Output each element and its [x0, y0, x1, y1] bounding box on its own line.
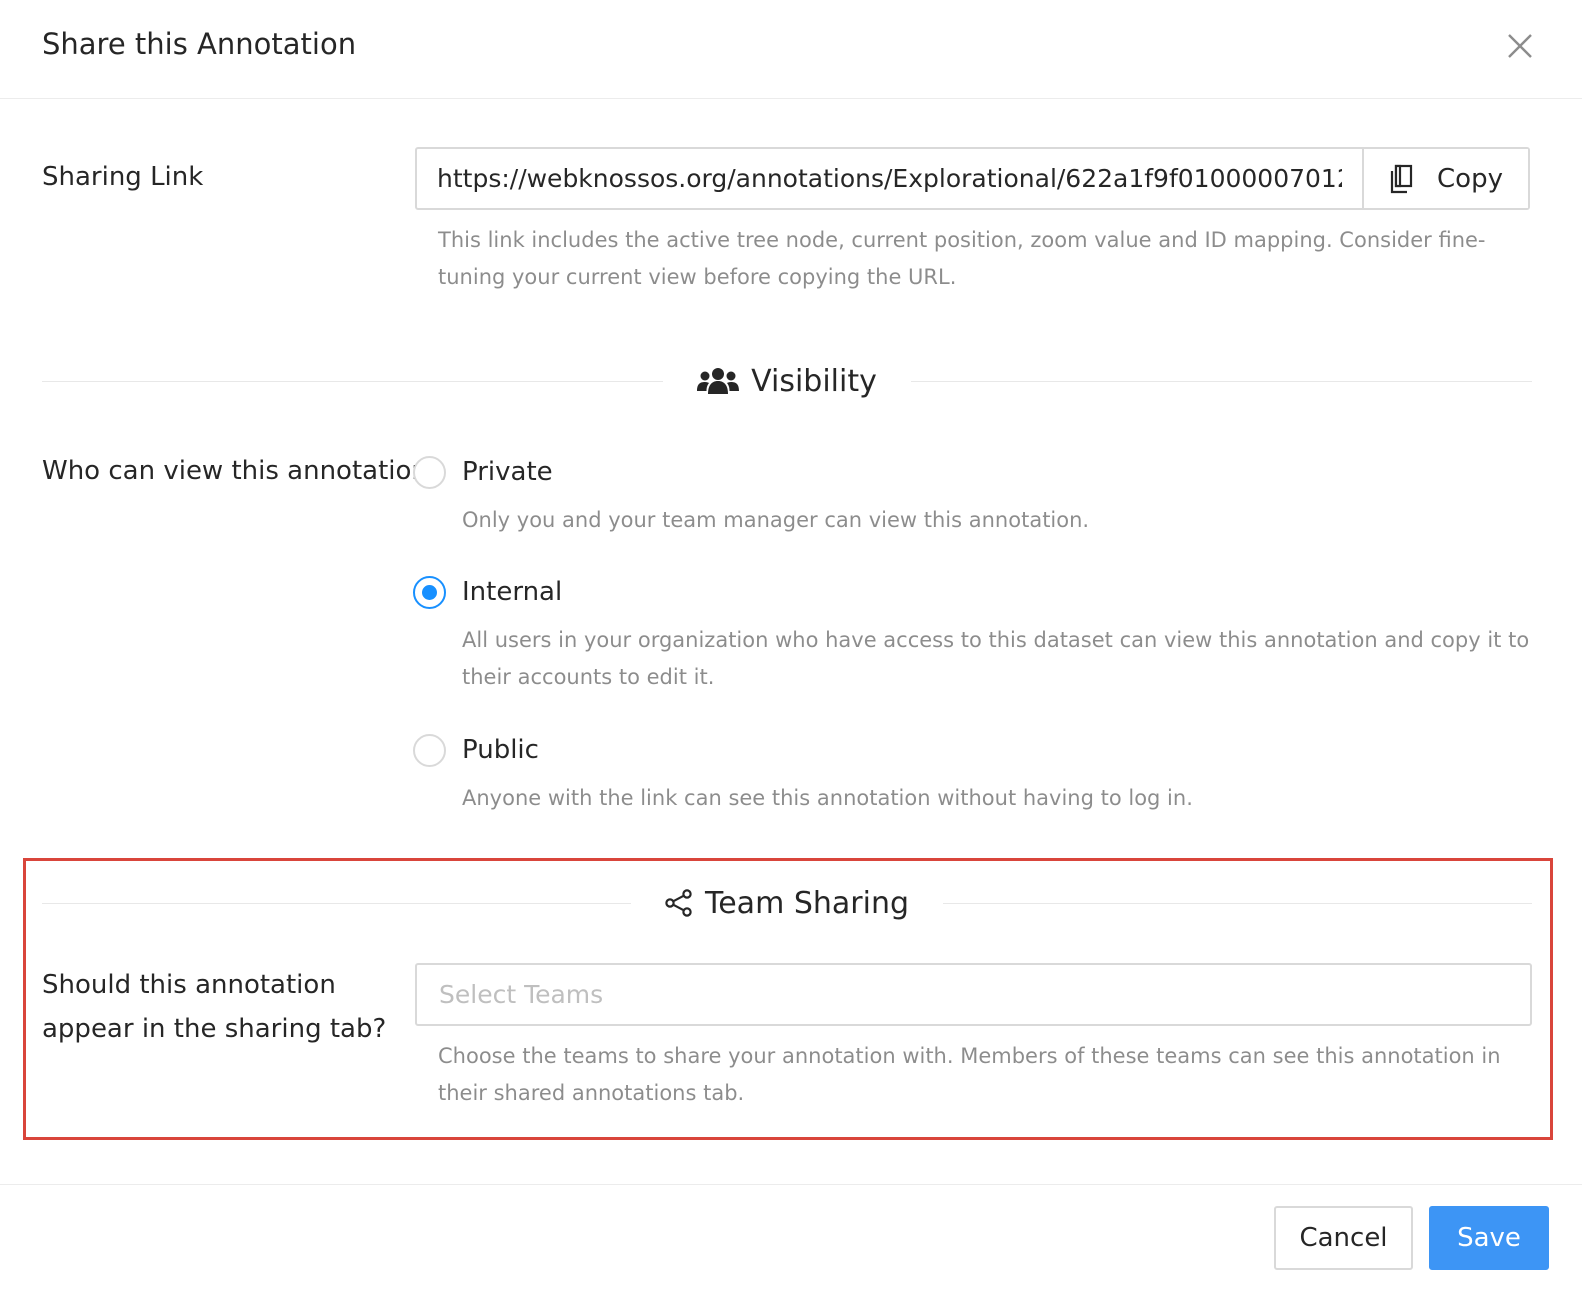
sharing-link-group: Copy — [415, 147, 1530, 210]
radio-internal-label: Internal — [462, 577, 563, 607]
team-sharing-heading: Team Sharing — [631, 886, 943, 921]
radio-public[interactable]: Public — [413, 730, 539, 770]
radio-internal-description: All users in your organization who have … — [462, 628, 1530, 689]
divider-line — [943, 902, 1532, 904]
sharing-link-help: This link includes the active tree node,… — [438, 228, 1486, 289]
modal-header: Share this Annotation — [0, 0, 1582, 99]
cancel-button[interactable]: Cancel — [1274, 1206, 1413, 1270]
close-icon — [1508, 34, 1532, 58]
divider-line — [910, 380, 1533, 382]
close-button[interactable] — [1494, 20, 1546, 72]
team-sharing-title: Team Sharing — [705, 885, 909, 921]
share-annotation-modal: Share this Annotation Sharing Link Copy … — [0, 0, 1582, 1294]
modal-title: Share this Annotation — [42, 27, 357, 61]
modal-footer: Cancel Save — [0, 1184, 1582, 1294]
radio-internal[interactable]: Internal — [413, 572, 562, 612]
copy-button[interactable]: Copy — [1362, 149, 1528, 208]
visibility-divider: Visibility — [42, 356, 1533, 406]
select-teams-placeholder: Select Teams — [439, 980, 604, 1009]
divider-line — [42, 380, 664, 382]
copy-button-label: Copy — [1437, 163, 1503, 194]
radio-private-label: Private — [462, 457, 553, 487]
save-button[interactable]: Save — [1429, 1206, 1549, 1270]
team-sharing-help: Choose the teams to share your annotatio… — [438, 1044, 1501, 1105]
divider-line — [42, 902, 631, 904]
select-teams-dropdown[interactable]: Select Teams — [415, 963, 1532, 1026]
team-icon — [697, 368, 740, 394]
radio-private-description: Only you and your team manager can view … — [462, 508, 1090, 532]
radio-private[interactable]: Private — [413, 452, 553, 492]
team-sharing-divider: Team Sharing — [42, 878, 1532, 928]
radio-public-description: Anyone with the link can see this annota… — [462, 786, 1193, 810]
radio-public-circle[interactable] — [413, 733, 446, 767]
sharing-link-label: Sharing Link — [42, 162, 204, 192]
radio-private-circle[interactable] — [413, 455, 446, 489]
copy-icon — [1390, 164, 1413, 193]
visibility-heading: Visibility — [663, 364, 911, 399]
radio-public-label: Public — [462, 735, 539, 765]
sharing-link-input[interactable] — [417, 149, 1362, 208]
visibility-title: Visibility — [751, 363, 877, 399]
team-sharing-question: Should this annotation appear in the sha… — [42, 970, 387, 1044]
radio-internal-circle[interactable] — [413, 575, 446, 609]
share-icon — [665, 889, 692, 917]
visibility-question: Who can view this annotation? — [42, 456, 442, 486]
